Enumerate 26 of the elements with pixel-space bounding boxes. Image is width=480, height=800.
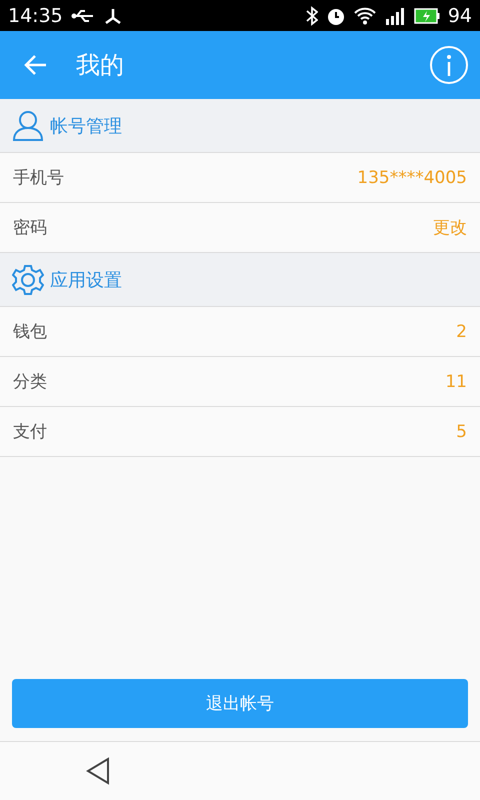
settings-icon: [12, 264, 44, 296]
signal-icon: [384, 6, 406, 24]
row-value: 2: [456, 322, 467, 342]
row-label: 支付: [13, 421, 47, 443]
row-label: 手机号: [13, 167, 64, 189]
page-title: 我的: [76, 50, 124, 81]
info-button[interactable]: [430, 46, 468, 84]
share-icon: [102, 6, 123, 24]
status-time: 14:35: [8, 4, 63, 26]
row-value: 更改: [433, 217, 467, 239]
bluetooth-icon: [306, 6, 318, 26]
section-title: 应用设置: [50, 268, 122, 292]
battery-icon: [414, 8, 440, 24]
section-title: 帐号管理: [50, 114, 122, 138]
usb-icon: [70, 8, 95, 22]
person-icon: [12, 110, 44, 142]
nav-back-button[interactable]: [86, 757, 110, 785]
wifi-icon: [354, 6, 376, 24]
battery-percent: 94: [448, 4, 472, 26]
row-value: 11: [445, 372, 467, 392]
row-value: 135****4005: [357, 168, 467, 188]
row-label: 钱包: [13, 321, 47, 343]
row-label: 分类: [13, 371, 47, 393]
row-label: 密码: [13, 217, 47, 239]
info-icon: [446, 54, 452, 76]
row-value: 5: [456, 422, 467, 442]
